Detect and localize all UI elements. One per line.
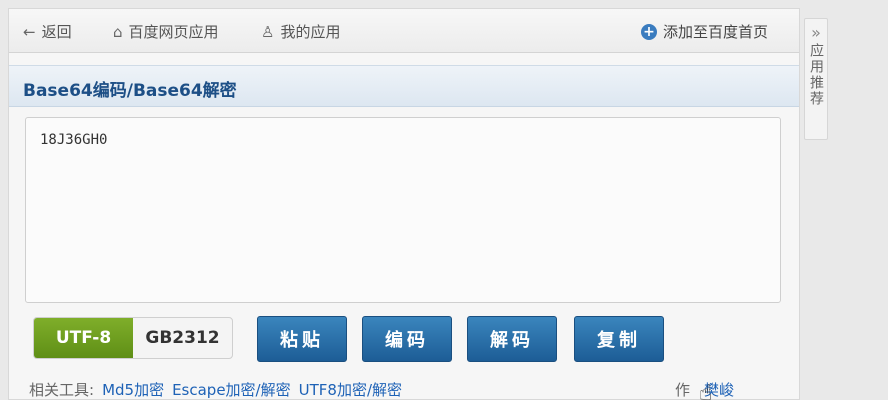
tool-link-escape[interactable]: Escape加密/解密 [172,379,291,400]
add-to-home-link[interactable]: + 添加至百度首页 [641,21,768,42]
user-icon: ♙ [261,22,275,41]
baidu-web-apps-label: 百度网页应用 [128,23,219,41]
arrow-left-icon: ← [23,22,36,41]
app-recommend-tab[interactable]: » 应用推荐 [804,18,828,140]
encoding-utf8-option[interactable]: UTF-8 [34,318,133,358]
encoding-gb2312-option[interactable]: GB2312 [133,318,232,358]
encoding-toggle: UTF-8 GB2312 [33,317,233,359]
app-recommend-label: 应用推荐 [808,43,824,107]
double-chevron-right-icon: » [811,23,821,42]
my-apps-label: 我的应用 [280,23,341,41]
encode-button[interactable]: 编码 [362,316,452,362]
app-frame: ← 返回 ⌂ 百度网页应用 ♙ 我的应用 + 添加至百度首页 Base64编码/… [8,8,800,400]
copy-button[interactable]: 复制 [574,316,664,362]
related-tools: 相关工具: Md5加密 Escape加密/解密 UTF8加密/解密 [29,379,402,400]
related-tools-label: 相关工具: [29,381,95,399]
tool-link-md5[interactable]: Md5加密 [102,379,164,400]
back-label: 返回 [41,23,72,41]
page-title: Base64编码/Base64解密 [23,81,237,101]
top-nav-bar: ← 返回 ⌂ 百度网页应用 ♙ 我的应用 + 添加至百度首页 [9,9,799,53]
paste-button[interactable]: 粘贴 [257,316,347,362]
my-apps-link[interactable]: ♙ 我的应用 [261,21,340,42]
author-label: 作 [675,381,691,399]
tool-link-utf8[interactable]: UTF8加密/解密 [299,379,402,400]
back-link[interactable]: ← 返回 [23,21,72,42]
add-to-home-label: 添加至百度首页 [663,23,769,41]
home-icon: ⌂ [113,22,123,41]
title-bar: Base64编码/Base64解密 [9,65,799,107]
input-textarea[interactable]: 18J36GH0 [25,117,781,303]
decode-button[interactable]: 解码 [467,316,557,362]
plus-circle-icon: + [641,23,657,40]
hand-cursor-icon: ☝ [699,381,713,400]
baidu-web-apps-link[interactable]: ⌂ 百度网页应用 [113,21,219,42]
